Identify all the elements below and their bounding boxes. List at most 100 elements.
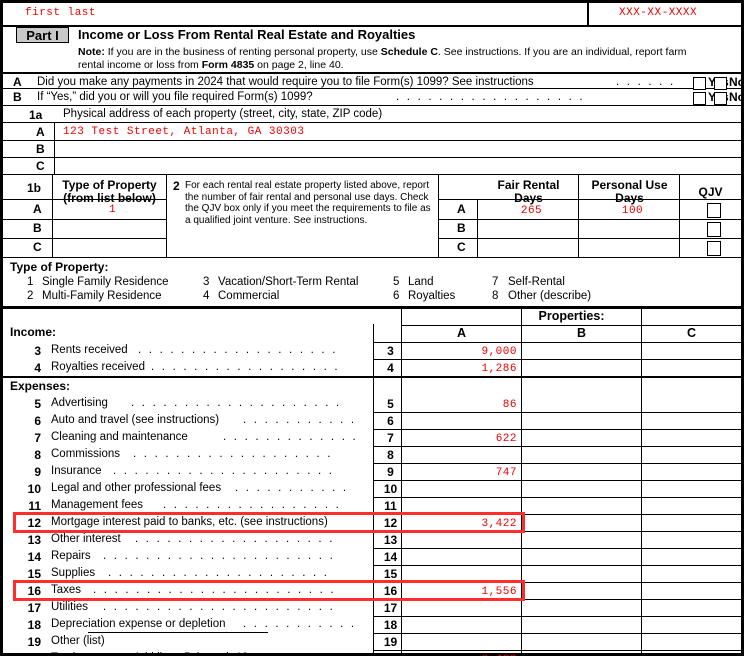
expense-row-10-leaders: . . . . . . . . . . .	[235, 482, 349, 494]
expense-row-15-leaders: . . . . . . . . . . . . . . . . . . . . …	[108, 567, 330, 579]
expense-row-8-desc: Commissions	[51, 448, 121, 460]
expense-row-7-number: 7	[34, 431, 41, 445]
qjv-checkbox-c[interactable]	[707, 241, 721, 256]
question-a-no-label: No	[729, 75, 744, 89]
qjv-checkbox-b[interactable]	[707, 222, 721, 237]
expense-row-5-leaders: . . . . . . . . . . . . . . . . . . . .	[131, 397, 342, 409]
expense-row-17-leaders: . . . . . . . . . . . . . . . . . . . . …	[103, 601, 335, 613]
expense-row-17-number: 17	[27, 601, 41, 615]
expense-row-6-desc: Auto and travel (see instructions)	[51, 414, 220, 426]
question-row-a: A Did you make any payments in 2024 that…	[3, 72, 744, 90]
expense-row-13-desc: Other interest	[51, 533, 121, 545]
expense-row-8-linebox: 8	[387, 448, 394, 462]
expense-row-11: 11 Management fees . . . . . . . . . . . .…	[3, 497, 741, 514]
expense-row-19-desc: Other (list)	[51, 635, 105, 647]
property-type-2-number: 2	[27, 290, 34, 302]
line-1a-letter-c-cell: C	[28, 158, 55, 175]
property-type-5-number: 5	[393, 276, 400, 288]
personal-use-days-a[interactable]: 100	[583, 205, 682, 217]
expense-row-17-desc: Utilities	[51, 601, 89, 613]
expense-row-16: 16 Taxes . . . . . . . . . . . . . . . . .…	[3, 582, 741, 599]
question-b-yes-checkbox[interactable]	[693, 92, 706, 105]
property-type-8-label: Other (describe)	[508, 290, 592, 302]
ssn-value[interactable]: XXX-XX-XXXX	[619, 7, 697, 19]
property-type-3-label: Vacation/Short-Term Rental	[218, 276, 359, 288]
expense-row-20-linebox: 20	[377, 652, 404, 656]
expense-row-6: 6 Auto and travel (see instructions) . . .…	[3, 412, 741, 429]
line-1b-letter2-b: B	[457, 221, 466, 235]
rule-under-income	[3, 376, 741, 378]
line-1b-type-a[interactable]: 1	[56, 204, 169, 216]
line-1a-row-c: C	[3, 158, 741, 175]
expense-row-11-linebox: 11	[384, 499, 397, 513]
expense-row-7-linebox: 7	[387, 431, 394, 445]
line-1b-row-c: C C	[3, 238, 741, 257]
expense-row-13: 13 Other interest . . . . . . . . . . . . …	[3, 531, 741, 548]
fair-rental-days-a[interactable]: 265	[482, 205, 581, 217]
property-type-6-number: 6	[393, 290, 400, 302]
question-a-letter: A	[13, 75, 22, 89]
line-1a-letter-a: A	[36, 125, 45, 139]
note-line-2: rental income or loss from Form 4835 on …	[78, 59, 738, 71]
expense-row-9-leaders: . . . . . . . . . . . . . . . . . . . . …	[113, 465, 335, 477]
expense-row-7-amount-a[interactable]: 622	[405, 433, 517, 445]
expense-row-16-number: 16	[27, 584, 41, 598]
expense-row-11-number: 11	[28, 499, 41, 513]
line-1a-letter-c: C	[36, 159, 45, 173]
expense-row-14-linebox: 14	[383, 550, 398, 564]
property-type-3-number: 3	[203, 276, 210, 288]
expense-row-12-amount-a[interactable]: 3,422	[405, 518, 517, 530]
rule-1b-bottom	[3, 257, 741, 258]
line-2-number: 2	[173, 179, 180, 193]
expense-row-10-number: 10	[27, 482, 41, 496]
line-1a-title: Physical address of each property (stree…	[63, 108, 383, 120]
ssn-cell: XXX-XX-XXXX	[587, 3, 743, 27]
expense-row-14: 14 Repairs . . . . . . . . . . . . . . . .…	[3, 548, 741, 565]
line-1a-letter-a-cell: A	[28, 123, 55, 141]
expense-row-16-amount-a[interactable]: 1,556	[405, 586, 517, 598]
expense-row-6-number: 6	[34, 414, 41, 428]
income-row-4-number: 4	[34, 361, 41, 375]
expense-row-17: 17 Utilities . . . . . . . . . . . . . . .…	[3, 599, 741, 616]
income-row-3-leaders: . . . . . . . . . . . . . . . . . . .	[138, 344, 338, 356]
line-1a-address-a[interactable]: 123 Test Street, Atlanta, GA 30303	[63, 126, 304, 138]
line-1b-letter2-c: C	[457, 240, 466, 254]
properties-header: Properties:	[538, 309, 605, 323]
line-1b-letter-b: B	[33, 221, 42, 235]
note-label: Note:	[78, 46, 105, 58]
expense-row-8-leaders: . . . . . . . . . . . . . . . . . . .	[133, 448, 333, 460]
question-b-no-checkbox[interactable]	[714, 92, 727, 105]
expense-row-7-desc: Cleaning and maintenance	[51, 431, 188, 443]
income-row-3: 3 Rents received . . . . . . . . . . . .…	[3, 342, 741, 359]
expense-row-9: 9 Insurance . . . . . . . . . . . . . . . …	[3, 463, 741, 480]
income-row-4-amount-a[interactable]: 1,286	[405, 363, 517, 375]
line-1b-letter-c: C	[33, 240, 42, 254]
expenses-section-title: Expenses:	[10, 379, 71, 393]
expense-row-9-desc: Insurance	[51, 465, 102, 477]
expense-row-5-number: 5	[34, 397, 41, 411]
income-row-3-number: 3	[34, 344, 41, 358]
question-b-text: If “Yes,” did you or will you file requi…	[37, 91, 313, 103]
property-type-7-label: Self-Rental	[508, 276, 565, 288]
expense-row-5-amount-a[interactable]: 86	[405, 399, 517, 411]
expense-row-9-amount-a[interactable]: 747	[405, 467, 517, 479]
line-1a-row-a: A 123 Test Street, Atlanta, GA 30303	[3, 123, 741, 141]
qjv-checkbox-a[interactable]	[707, 203, 721, 218]
question-b-leaders: . . . . . . . . . . . . . . . . . .	[396, 91, 585, 103]
taxpayer-name-value[interactable]: first last	[25, 7, 96, 19]
income-row-3-amount-a[interactable]: 9,000	[405, 346, 517, 358]
expense-row-14-desc: Repairs	[51, 550, 91, 562]
type-of-property-list-title: Type of Property:	[10, 260, 109, 274]
note-text-b: . See instructions. If you are an indivi…	[437, 46, 687, 58]
income-row-4-leaders: . . . . . . . . . . . . . . . . . .	[151, 361, 340, 373]
expense-row-7-leaders: . . . . . . . . . . . . .	[223, 431, 358, 443]
expense-row-15: 15 Supplies . . . . . . . . . . . . . . . …	[3, 565, 741, 582]
property-type-4-number: 4	[203, 290, 210, 302]
property-type-4-label: Commercial	[218, 290, 280, 302]
line-1a-number: 1a	[29, 108, 43, 122]
expense-row-6-linebox: 6	[387, 414, 394, 428]
expense-row-15-desc: Supplies	[51, 567, 96, 579]
expense-row-16-linebox: 16	[383, 584, 398, 598]
property-type-8-number: 8	[492, 290, 499, 302]
expense-row-18: 18 Depreciation expense or depletion . . .…	[3, 616, 741, 633]
